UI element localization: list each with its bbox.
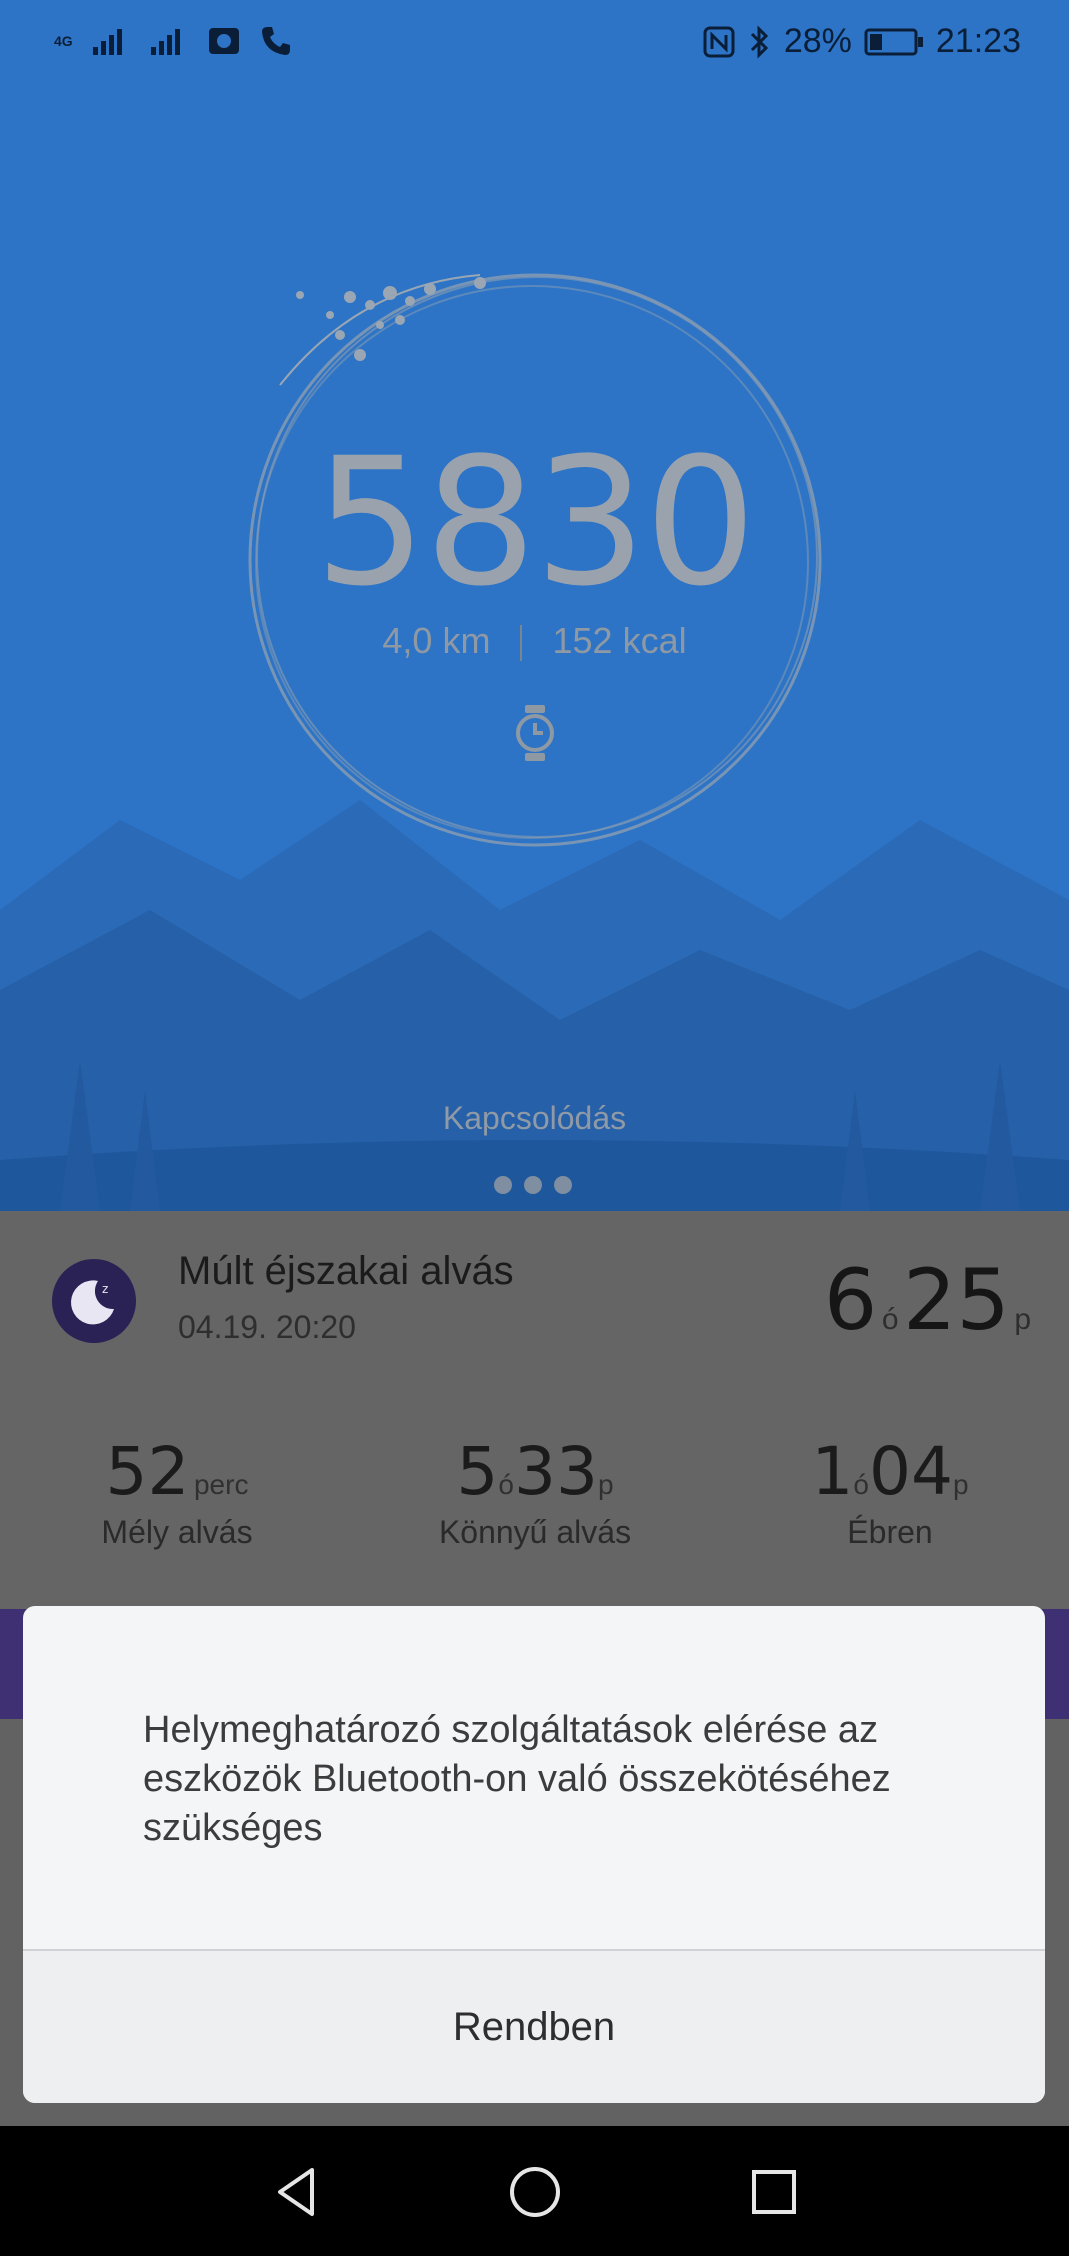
activity-hero: 4G 28% 21:23 5830 4,0 km 152 kcal Kapcso… [0, 0, 1069, 1211]
step-count: 5830 [314, 420, 757, 625]
metric-label: Könnyű alvás [438, 1514, 632, 1550]
battery-icon [864, 28, 923, 55]
signal-icon [92, 29, 122, 55]
deep-sleep-metric: 52 perc Mély alvás [12, 1433, 342, 1551]
dialog-message: Helymeghatározó szolgáltatások elérése a… [143, 1709, 891, 1849]
sleep-moon-icon: z [52, 1259, 136, 1343]
stats-divider [520, 625, 523, 662]
connection-status: Kapcsolódás [442, 1100, 627, 1136]
page-dot[interactable] [554, 1176, 572, 1194]
signal-icon [150, 29, 180, 55]
bluetooth-icon [750, 24, 768, 59]
ok-button[interactable]: Rendben [23, 1951, 1045, 2103]
back-icon[interactable] [268, 2164, 324, 2220]
metric-unit: p [597, 1469, 614, 1500]
sleep-total-hours: 6 [823, 1251, 878, 1349]
page-dot[interactable] [524, 1176, 542, 1194]
metric-unit: p [952, 1469, 969, 1500]
page-indicator [494, 1176, 572, 1194]
metric-value: 5 [456, 1433, 499, 1510]
sleep-total-hours-unit: ó [881, 1303, 899, 1336]
metric-unit: perc [193, 1469, 249, 1500]
calories-unit: kcal [622, 620, 687, 661]
status-bar: 4G 28% 21:23 [0, 0, 1069, 92]
nfc-icon [703, 26, 735, 57]
recents-icon[interactable] [746, 2164, 802, 2220]
light-sleep-metric: 5ó33p Könnyű alvás [370, 1433, 700, 1551]
camera-icon [208, 28, 239, 54]
home-icon[interactable] [507, 2164, 563, 2220]
location-permission-dialog: Helymeghatározó szolgáltatások elérése a… [23, 1606, 1045, 2103]
watch-icon[interactable] [512, 705, 558, 761]
distance-value: 4,0 [382, 620, 433, 661]
activity-stats: 4,0 km 152 kcal [0, 620, 1069, 662]
metric-value: 1 [811, 1433, 854, 1510]
battery-percent: 28% [783, 22, 852, 60]
calories-value: 152 [552, 620, 613, 661]
metric-label: Mély alvás [101, 1514, 253, 1550]
sleep-total-minutes-unit: p [1014, 1303, 1031, 1336]
network-label: 4G [54, 33, 73, 49]
phone-icon [261, 27, 290, 55]
sleep-title: Múlt éjszakai alvás [178, 1249, 514, 1293]
distance-unit: km [442, 620, 491, 661]
metric-label: Ébren [847, 1514, 933, 1550]
sleep-total-minutes: 25 [902, 1251, 1010, 1349]
clock-time: 21:23 [935, 22, 1021, 60]
awake-metric: 1ó04p Ébren [725, 1433, 1055, 1551]
sleep-total-duration: 6 ó 25 p [824, 1251, 1031, 1349]
sleep-date: 04.19. 20:20 [178, 1309, 356, 1345]
metric-value: 52 [105, 1433, 190, 1510]
metric-value: 04 [869, 1433, 953, 1510]
metric-value: 33 [514, 1433, 598, 1510]
svg-text:z: z [102, 1282, 108, 1296]
metric-unit: ó [498, 1469, 514, 1500]
navigation-bar [0, 2126, 1069, 2256]
metric-unit: ó [853, 1469, 869, 1500]
page-dot[interactable] [494, 1176, 512, 1194]
